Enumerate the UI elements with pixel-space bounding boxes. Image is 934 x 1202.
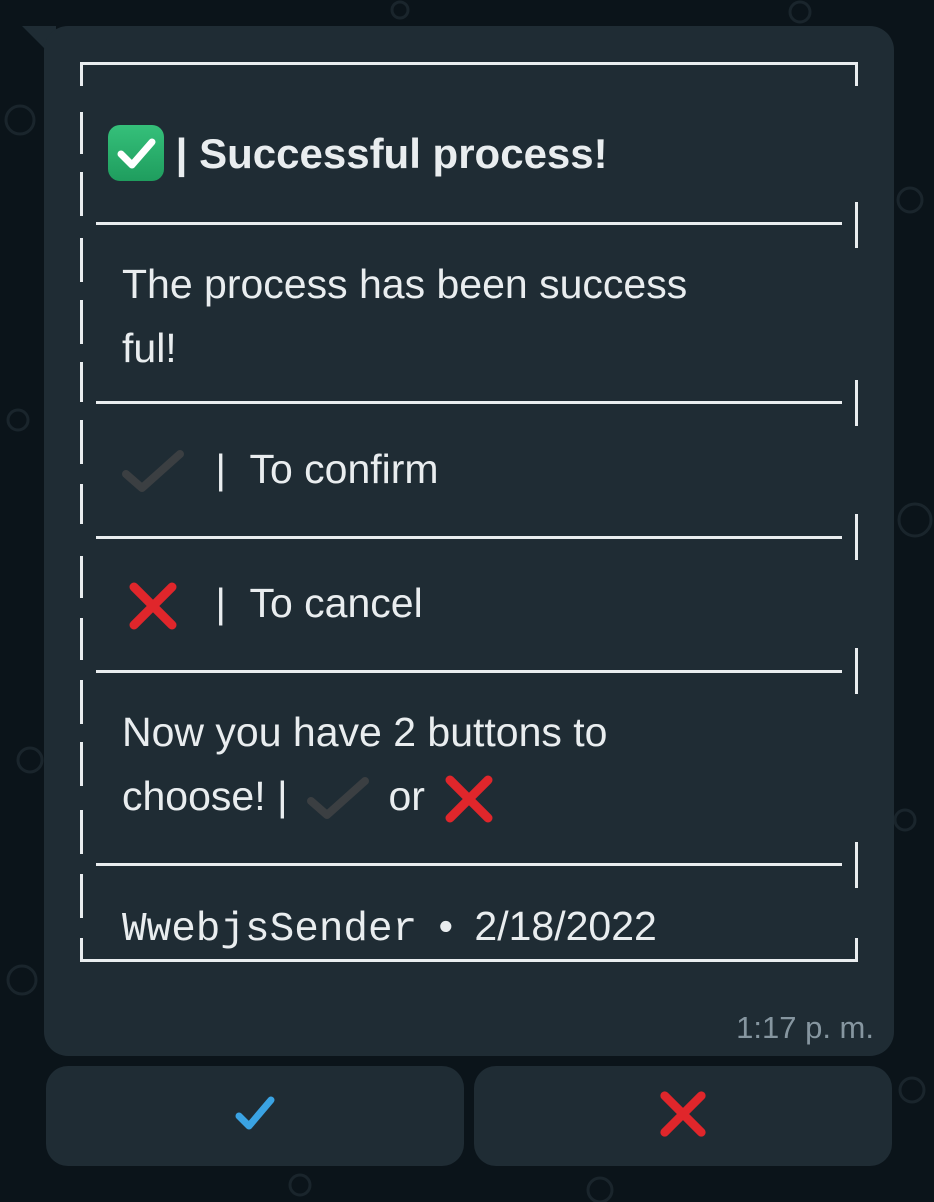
confirm-separator: | <box>215 446 227 492</box>
frame-pipe <box>855 648 858 694</box>
frame-corner <box>855 938 858 962</box>
cancel-reply-button[interactable] <box>474 1066 892 1166</box>
separator-line <box>96 536 842 539</box>
separator-line <box>96 863 842 866</box>
separator-line <box>96 401 842 404</box>
message-title: Successful process! <box>199 130 608 177</box>
footer-dot: • <box>438 903 454 949</box>
frame-pipe <box>855 514 858 560</box>
cancel-separator: | <box>215 580 227 626</box>
frame-corner <box>80 938 83 962</box>
cancel-row: | To cancel <box>126 571 423 635</box>
frame-pipe <box>80 874 83 918</box>
frame-pipe <box>855 842 858 888</box>
choose-line2: choose! | or <box>122 764 496 828</box>
choose-or: or <box>388 773 425 819</box>
frame-pipe <box>80 172 83 216</box>
message-title-row: | Successful process! <box>108 122 608 186</box>
separator-line <box>96 222 842 225</box>
frame-pipe <box>80 484 83 524</box>
red-cross-icon <box>126 580 191 630</box>
footer-date: 2/18/2022 <box>474 903 657 949</box>
frame-pipe <box>80 680 83 724</box>
message-bubble[interactable]: | Successful process! The process has be… <box>44 26 894 1056</box>
message-body-line1: The process has been success <box>122 261 688 307</box>
choose-line2-prefix: choose! | <box>122 773 288 819</box>
frame-pipe <box>80 112 83 154</box>
message-footer: WwebjsSender • 2/18/2022 <box>122 894 657 962</box>
confirm-reply-button[interactable] <box>46 1066 464 1166</box>
frame-pipe <box>855 202 858 248</box>
choose-line1: Now you have 2 buttons to <box>122 709 608 755</box>
frame-pipe <box>80 742 83 786</box>
separator-line <box>96 670 842 673</box>
heavy-check-icon <box>307 773 380 820</box>
cancel-label: To cancel <box>249 580 423 626</box>
frame-pipe <box>80 362 83 402</box>
frame-pipe <box>80 420 83 464</box>
red-cross-icon <box>442 773 496 823</box>
frame-pipe <box>80 810 83 854</box>
confirm-label: To confirm <box>249 446 439 492</box>
message-frame: | Successful process! The process has be… <box>80 62 858 962</box>
frame-corner <box>855 62 858 86</box>
title-separator: | <box>175 130 188 177</box>
frame-pipe <box>855 380 858 426</box>
green-check-emoji-icon <box>108 124 164 181</box>
message-timestamp: 1:17 p. m. <box>736 1010 874 1045</box>
red-cross-icon <box>657 1088 709 1145</box>
frame-top-border <box>80 62 858 65</box>
heavy-check-icon <box>122 446 195 493</box>
confirm-row: | To confirm <box>122 437 439 501</box>
frame-pipe <box>80 300 83 344</box>
frame-pipe <box>80 238 83 282</box>
blue-check-icon <box>233 1094 277 1139</box>
frame-pipe <box>80 618 83 660</box>
frame-pipe <box>80 556 83 598</box>
message-body-line2: ful! <box>122 325 177 371</box>
footer-sender: WwebjsSender <box>122 907 418 953</box>
frame-corner <box>80 62 83 86</box>
